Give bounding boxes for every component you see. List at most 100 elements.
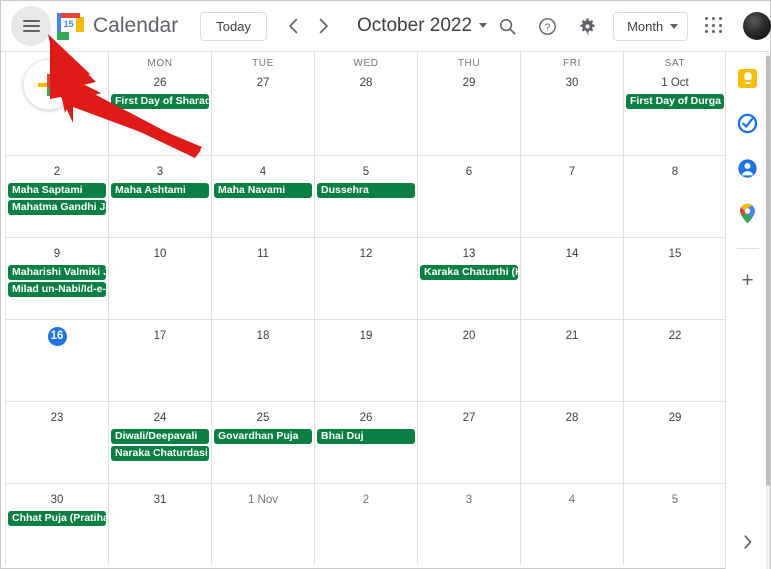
sidebar-item-contacts[interactable]	[736, 156, 760, 180]
date-number[interactable]: 7	[521, 163, 623, 181]
calendar-day-cell[interactable]: 6	[418, 156, 521, 237]
event-chip[interactable]: Bhai Duj	[317, 429, 415, 444]
calendar-day-cell[interactable]: 26 Bhai Duj	[315, 402, 418, 483]
calendar-day-cell[interactable]: 16	[6, 320, 109, 401]
calendar-day-cell[interactable]: 15	[624, 238, 727, 319]
calendar-day-cell[interactable]: 29	[624, 402, 727, 483]
calendar-day-cell[interactable]: 23	[6, 402, 109, 483]
calendar-day-cell[interactable]: 2 Maha Saptami Mahatma Gandhi Ja	[6, 156, 109, 237]
calendar-day-cell[interactable]: 21	[521, 320, 624, 401]
event-chip[interactable]: Diwali/Deepavali	[111, 429, 209, 444]
date-number[interactable]: 30	[6, 491, 108, 509]
google-calendar-logo[interactable]: 15	[57, 12, 84, 40]
help-icon[interactable]: ?	[527, 6, 567, 46]
date-number[interactable]: 9	[6, 245, 108, 263]
calendar-day-cell[interactable]: 11	[212, 238, 315, 319]
calendar-day-cell[interactable]: 17	[109, 320, 212, 401]
event-chip[interactable]: Chhat Puja (Pratihar	[8, 511, 106, 526]
previous-month-icon[interactable]	[279, 11, 309, 41]
view-selector[interactable]: Month	[613, 11, 689, 41]
date-number[interactable]: 17	[109, 327, 211, 345]
date-number[interactable]: 5	[315, 163, 417, 181]
date-number[interactable]: 3	[109, 163, 211, 181]
calendar-day-cell[interactable]: 9 Maharishi Valmiki Ja Milad un-Nabi/Id-e-…	[6, 238, 109, 319]
search-icon[interactable]	[487, 6, 527, 46]
calendar-day-cell[interactable]: 5 Dussehra	[315, 156, 418, 237]
event-chip[interactable]: First Day of Sharad N	[111, 94, 209, 109]
date-number[interactable]: 24	[109, 409, 211, 427]
date-number[interactable]: 15	[624, 245, 726, 263]
date-number[interactable]: 18	[212, 327, 314, 345]
current-month-label[interactable]: October 2022	[357, 15, 488, 37]
calendar-day-cell[interactable]: THU 29	[418, 52, 521, 155]
sidebar-item-tasks[interactable]	[736, 111, 760, 135]
calendar-day-cell[interactable]: 25 Govardhan Puja	[212, 402, 315, 483]
avatar[interactable]	[743, 12, 771, 40]
event-chip[interactable]: Milad un-Nabi/Id-e-M	[8, 282, 106, 297]
event-chip[interactable]: First Day of Durga P	[626, 94, 724, 109]
date-number[interactable]: 22	[624, 327, 726, 345]
date-number[interactable]: 2	[6, 163, 108, 181]
date-number[interactable]: 3	[418, 491, 520, 509]
calendar-day-cell[interactable]: WED 28	[315, 52, 418, 155]
date-number[interactable]: 31	[109, 491, 211, 509]
calendar-day-cell[interactable]: 3	[418, 484, 521, 564]
event-chip[interactable]: Maha Navami	[214, 183, 312, 198]
event-chip[interactable]: Mahatma Gandhi Ja	[8, 200, 106, 215]
calendar-day-cell[interactable]: 3 Maha Ashtami	[109, 156, 212, 237]
calendar-day-cell[interactable]: 22	[624, 320, 727, 401]
date-number[interactable]: 13	[418, 245, 520, 263]
calendar-day-cell[interactable]: 4	[521, 484, 624, 564]
date-number[interactable]: 28	[521, 409, 623, 427]
date-number[interactable]: 30	[521, 74, 623, 92]
calendar-day-cell[interactable]: 1 Nov	[212, 484, 315, 564]
event-chip[interactable]: Govardhan Puja	[214, 429, 312, 444]
date-number[interactable]: 29	[624, 409, 726, 427]
date-number[interactable]: 12	[315, 245, 417, 263]
event-chip[interactable]: Maha Ashtami	[111, 183, 209, 198]
date-number[interactable]: 21	[521, 327, 623, 345]
calendar-day-cell[interactable]: 10	[109, 238, 212, 319]
date-number[interactable]: 5	[624, 491, 726, 509]
event-chip[interactable]: Karaka Chaturthi (Ka	[420, 265, 518, 280]
apps-grid-icon[interactable]	[694, 6, 734, 46]
calendar-day-cell[interactable]: 13 Karaka Chaturthi (Ka	[418, 238, 521, 319]
calendar-day-cell[interactable]: 30 Chhat Puja (Pratihar	[6, 484, 109, 564]
gear-icon[interactable]	[567, 6, 607, 46]
date-number[interactable]: 20	[418, 327, 520, 345]
calendar-day-cell[interactable]: 4 Maha Navami	[212, 156, 315, 237]
calendar-day-cell[interactable]: 2	[315, 484, 418, 564]
today-button[interactable]: Today	[200, 11, 267, 41]
date-number[interactable]: 29	[418, 74, 520, 92]
next-month-icon[interactable]	[309, 11, 339, 41]
sidebar-item-keep[interactable]	[736, 66, 760, 90]
calendar-day-cell[interactable]: 18	[212, 320, 315, 401]
date-number[interactable]: 6	[418, 163, 520, 181]
date-number[interactable]: 27	[418, 409, 520, 427]
expand-side-panel-button[interactable]	[743, 535, 752, 553]
today-date-number[interactable]: 16	[6, 327, 108, 346]
calendar-day-cell[interactable]: 27	[418, 402, 521, 483]
date-number[interactable]: 27	[212, 74, 314, 92]
date-number[interactable]: 25	[212, 409, 314, 427]
calendar-day-cell[interactable]: 20	[418, 320, 521, 401]
calendar-day-cell[interactable]: 12	[315, 238, 418, 319]
calendar-day-cell[interactable]: 14	[521, 238, 624, 319]
date-number[interactable]: 28	[315, 74, 417, 92]
date-number[interactable]: 8	[624, 163, 726, 181]
calendar-day-cell[interactable]: 24 Diwali/Deepavali Naraka Chaturdasi	[109, 402, 212, 483]
date-number[interactable]: 1 Oct	[624, 74, 726, 92]
event-chip[interactable]: Dussehra	[317, 183, 415, 198]
calendar-day-cell[interactable]: 31	[109, 484, 212, 564]
date-number[interactable]: 26	[109, 74, 211, 92]
calendar-day-cell[interactable]: 5	[624, 484, 727, 564]
add-app-button[interactable]: +	[736, 268, 760, 292]
calendar-day-cell[interactable]: TUE 27	[212, 52, 315, 155]
create-event-button[interactable]	[23, 59, 74, 110]
scrollbar-thumb[interactable]	[766, 56, 770, 486]
date-number[interactable]: 14	[521, 245, 623, 263]
date-number[interactable]: 11	[212, 245, 314, 263]
date-number[interactable]: 23	[6, 409, 108, 427]
calendar-day-cell[interactable]: 19	[315, 320, 418, 401]
date-number[interactable]: 4	[212, 163, 314, 181]
